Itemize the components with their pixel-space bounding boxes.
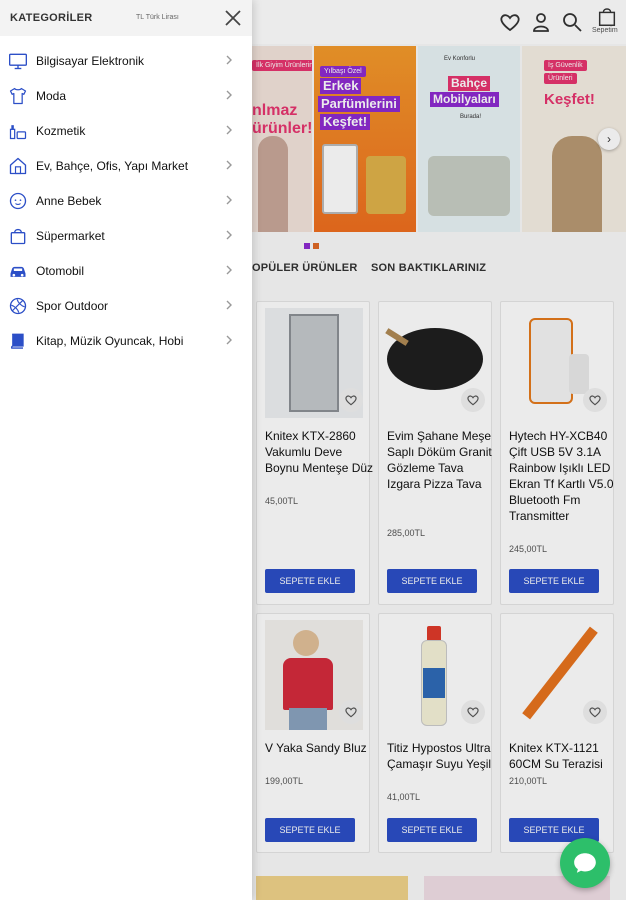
chat-bubble-icon [574, 853, 596, 873]
category-item-baby[interactable]: Anne Bebek [0, 183, 252, 217]
chevron-right-icon [226, 125, 232, 135]
close-icon[interactable] [224, 9, 242, 27]
chevron-right-icon [226, 160, 232, 170]
chevron-right-icon [226, 195, 232, 205]
category-label: Ev, Bahçe, Ofis, Yapı Market [36, 159, 189, 173]
book-icon [10, 333, 24, 349]
category-item-automotive[interactable]: Otomobil [0, 253, 252, 287]
drawer-header: KATEGORİLER TL Türk Lirası [0, 0, 252, 36]
drawer-title: KATEGORİLER [10, 12, 93, 24]
chevron-right-icon [226, 55, 232, 65]
category-label: Kitap, Müzik Oyuncak, Hobi [36, 334, 184, 348]
monitor-icon [9, 53, 27, 70]
category-label: Kozmetik [36, 124, 86, 138]
home-icon [9, 157, 27, 175]
category-item-books-hobby[interactable]: Kitap, Müzik Oyuncak, Hobi [0, 323, 252, 357]
category-item-electronics[interactable]: Bilgisayar Elektronik [0, 43, 252, 77]
category-item-fashion[interactable]: Moda [0, 78, 252, 112]
chevron-right-icon [226, 265, 232, 275]
car-icon [10, 266, 26, 277]
category-item-supermarket[interactable]: Süpermarket [0, 218, 252, 252]
category-label: Bilgisayar Elektronik [36, 54, 145, 68]
chevron-right-icon [226, 300, 232, 310]
ball-icon [9, 297, 27, 315]
category-label: Anne Bebek [36, 194, 102, 208]
category-item-sports[interactable]: Spor Outdoor [0, 288, 252, 322]
chevron-right-icon [226, 90, 232, 100]
cosmetics-icon [9, 125, 27, 140]
currency-language-selector[interactable]: TL Türk Lirası [136, 14, 179, 21]
category-label: Süpermarket [36, 229, 105, 243]
shopping-bag-icon [10, 228, 26, 245]
category-item-home-garden[interactable]: Ev, Bahçe, Ofis, Yapı Market [0, 148, 252, 182]
category-label: Spor Outdoor [36, 299, 109, 313]
category-label: Moda [36, 89, 67, 103]
category-label: Otomobil [36, 264, 85, 278]
category-drawer: KATEGORİLER TL Türk Lirası Bilgisayar El… [0, 0, 252, 900]
chevron-right-icon [226, 335, 232, 345]
baby-icon [9, 192, 27, 210]
chevron-right-icon [226, 230, 232, 240]
chat-button[interactable] [560, 838, 610, 888]
tshirt-icon [9, 87, 27, 105]
category-item-cosmetics[interactable]: Kozmetik [0, 113, 252, 147]
